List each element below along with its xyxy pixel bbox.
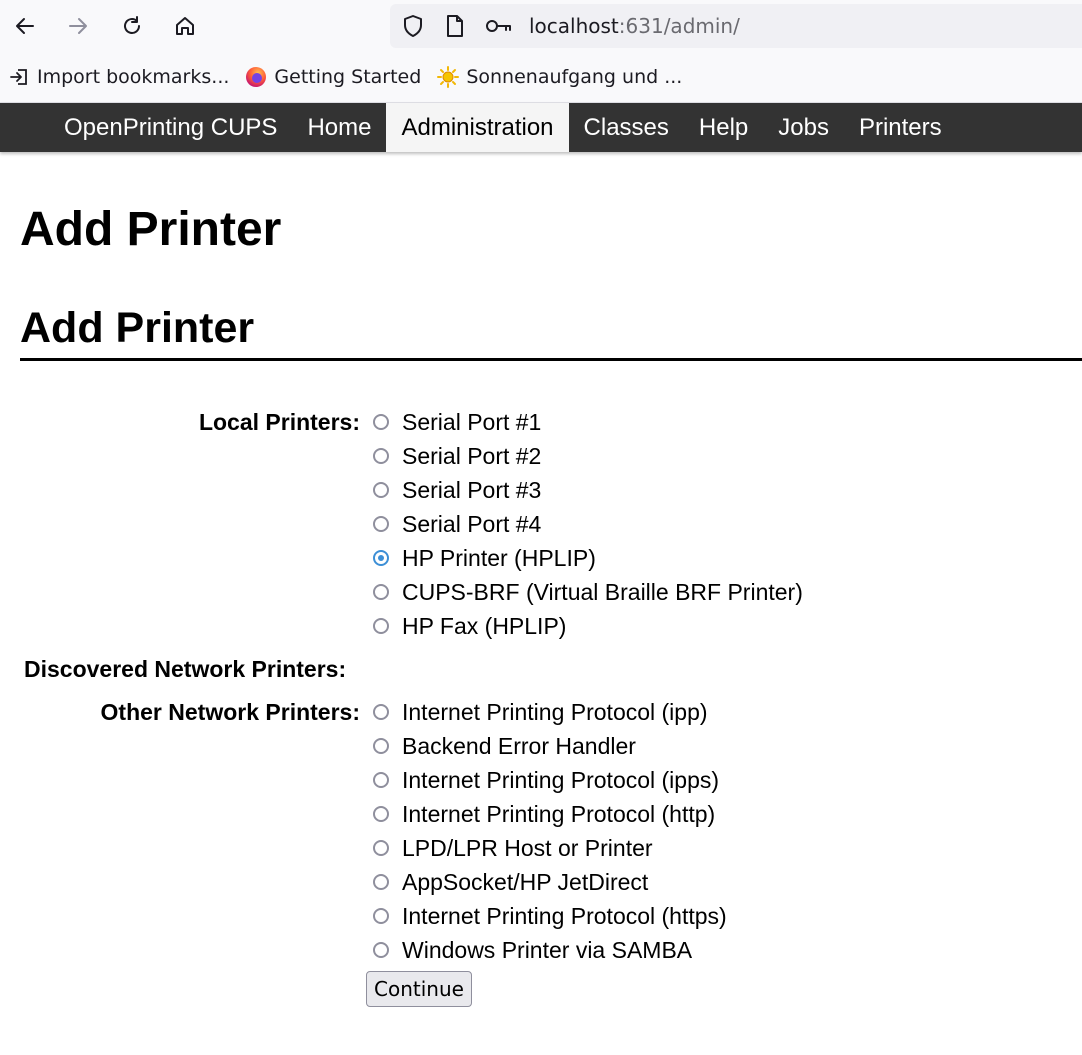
printer-option[interactable]: Backend Error Handler bbox=[373, 729, 727, 763]
radio-button[interactable] bbox=[373, 908, 389, 924]
printer-option-label: Windows Printer via SAMBA bbox=[402, 936, 693, 963]
radio-button[interactable] bbox=[373, 874, 389, 890]
home-icon bbox=[176, 17, 194, 35]
printer-option-label: Internet Printing Protocol (ipp) bbox=[402, 698, 708, 725]
printer-option-label: HP Printer (HPLIP) bbox=[402, 544, 596, 571]
printer-option[interactable]: HP Fax (HPLIP) bbox=[373, 609, 803, 643]
home-button[interactable] bbox=[171, 12, 199, 40]
back-button[interactable] bbox=[11, 12, 39, 40]
printer-option-label: Backend Error Handler bbox=[402, 732, 636, 759]
cups-header: OpenPrinting CUPS Home Administration Cl… bbox=[0, 103, 1082, 152]
radio-button[interactable] bbox=[373, 942, 389, 958]
reload-button[interactable] bbox=[118, 12, 146, 40]
key-icon[interactable] bbox=[485, 14, 513, 38]
url-host: localhost bbox=[529, 14, 619, 38]
continue-button[interactable]: Continue bbox=[366, 971, 472, 1007]
nav-jobs[interactable]: Jobs bbox=[763, 103, 844, 152]
forward-button[interactable] bbox=[64, 12, 92, 40]
printer-option-label: Serial Port #4 bbox=[402, 510, 542, 537]
printer-option[interactable]: Serial Port #2 bbox=[373, 439, 803, 473]
nav-classes[interactable]: Classes bbox=[569, 103, 684, 152]
radio-button[interactable] bbox=[373, 738, 389, 754]
other-printers-row: Other Network Printers: Internet Printin… bbox=[20, 695, 1082, 967]
url-path: :631/admin/ bbox=[618, 14, 740, 38]
printer-option[interactable]: HP Printer (HPLIP) bbox=[373, 541, 803, 575]
bookmark-label: Sonnenaufgang und ... bbox=[466, 66, 683, 88]
nav-administration[interactable]: Administration bbox=[386, 103, 569, 152]
page-title: Add Printer bbox=[20, 203, 282, 256]
printer-option-label: LPD/LPR Host or Printer bbox=[402, 834, 653, 861]
discovered-printers-label: Discovered Network Printers: bbox=[24, 656, 347, 682]
printer-option[interactable]: Windows Printer via SAMBA bbox=[373, 933, 727, 967]
printer-option-label: Serial Port #1 bbox=[402, 408, 542, 435]
shield-icon[interactable] bbox=[401, 14, 425, 38]
local-printers-label: Local Printers: bbox=[198, 409, 360, 435]
local-printers-row: Local Printers: Serial Port #1 Serial Por… bbox=[20, 405, 1082, 643]
printer-option-label: Internet Printing Protocol (https) bbox=[402, 902, 727, 929]
bookmark-label: Getting Started bbox=[274, 66, 422, 88]
forward-arrow-icon bbox=[69, 18, 87, 34]
radio-button[interactable] bbox=[373, 806, 389, 822]
section-title: Add Printer bbox=[20, 304, 1082, 361]
printer-option-label: Serial Port #3 bbox=[402, 476, 542, 503]
radio-button[interactable] bbox=[373, 840, 389, 856]
printer-option-label: Internet Printing Protocol (ipps) bbox=[402, 766, 720, 793]
bookmark-label: Import bookmarks... bbox=[37, 66, 230, 88]
nav-home[interactable]: Home bbox=[292, 103, 386, 152]
local-printers-options: Serial Port #1 Serial Port #2 Serial Port … bbox=[373, 405, 803, 643]
browser-toolbar: localhost:631/admin/ bbox=[0, 0, 1082, 52]
bookmark-import[interactable]: Import bookmarks... bbox=[8, 66, 229, 88]
printer-option[interactable]: Internet Printing Protocol (ipps) bbox=[373, 763, 727, 797]
printer-option[interactable]: CUPS-BRF (Virtual Braille BRF Printer) bbox=[373, 575, 803, 609]
printer-option-label: Serial Port #2 bbox=[402, 442, 542, 469]
printer-option[interactable]: Internet Printing Protocol (http) bbox=[373, 797, 727, 831]
printer-option[interactable]: LPD/LPR Host or Printer bbox=[373, 831, 727, 865]
bookmark-getting-started[interactable]: Getting Started bbox=[245, 66, 421, 88]
firefox-icon bbox=[245, 66, 267, 88]
other-printers-options: Internet Printing Protocol (ipp) Backend … bbox=[373, 695, 727, 967]
other-printers-label: Other Network Printers: bbox=[100, 699, 360, 725]
sun-icon bbox=[437, 66, 460, 88]
radio-button[interactable] bbox=[373, 550, 389, 566]
radio-button[interactable] bbox=[373, 772, 389, 788]
page-content: Add Printer Add Printer Local Printers: … bbox=[0, 204, 1082, 1007]
add-printer-form: Local Printers: Serial Port #1 Serial Por… bbox=[20, 405, 1082, 1007]
printer-option[interactable]: Serial Port #3 bbox=[373, 473, 803, 507]
bookmarks-bar: Import bookmarks... Getting Started Sonn… bbox=[0, 52, 1082, 103]
import-icon bbox=[8, 66, 30, 88]
printer-option[interactable]: Serial Port #1 bbox=[373, 405, 803, 439]
printer-option-label: Internet Printing Protocol (http) bbox=[402, 800, 716, 827]
back-arrow-icon bbox=[16, 18, 34, 34]
nav-brand[interactable]: OpenPrinting CUPS bbox=[49, 103, 292, 152]
nav-printers[interactable]: Printers bbox=[844, 103, 957, 152]
radio-button[interactable] bbox=[373, 618, 389, 634]
reload-icon bbox=[124, 16, 140, 34]
radio-button[interactable] bbox=[373, 414, 389, 430]
printer-option-label: AppSocket/HP JetDirect bbox=[402, 868, 649, 895]
printer-option[interactable]: AppSocket/HP JetDirect bbox=[373, 865, 727, 899]
printer-option-label: CUPS-BRF (Virtual Braille BRF Printer) bbox=[402, 578, 803, 605]
printer-option[interactable]: Internet Printing Protocol (https) bbox=[373, 899, 727, 933]
url-bar[interactable]: localhost:631/admin/ bbox=[390, 4, 1082, 48]
printer-option[interactable]: Internet Printing Protocol (ipp) bbox=[373, 695, 727, 729]
url-text[interactable]: localhost:631/admin/ bbox=[529, 14, 740, 38]
radio-button[interactable] bbox=[373, 482, 389, 498]
radio-button[interactable] bbox=[373, 584, 389, 600]
radio-button[interactable] bbox=[373, 516, 389, 532]
radio-button[interactable] bbox=[373, 448, 389, 464]
page-icon[interactable] bbox=[443, 14, 467, 38]
printer-option-label: HP Fax (HPLIP) bbox=[402, 612, 567, 639]
bookmark-sonnenaufgang[interactable]: Sonnenaufgang und ... bbox=[437, 66, 682, 88]
printer-option[interactable]: Serial Port #4 bbox=[373, 507, 803, 541]
nav-help[interactable]: Help bbox=[684, 103, 763, 152]
radio-button[interactable] bbox=[373, 704, 389, 720]
